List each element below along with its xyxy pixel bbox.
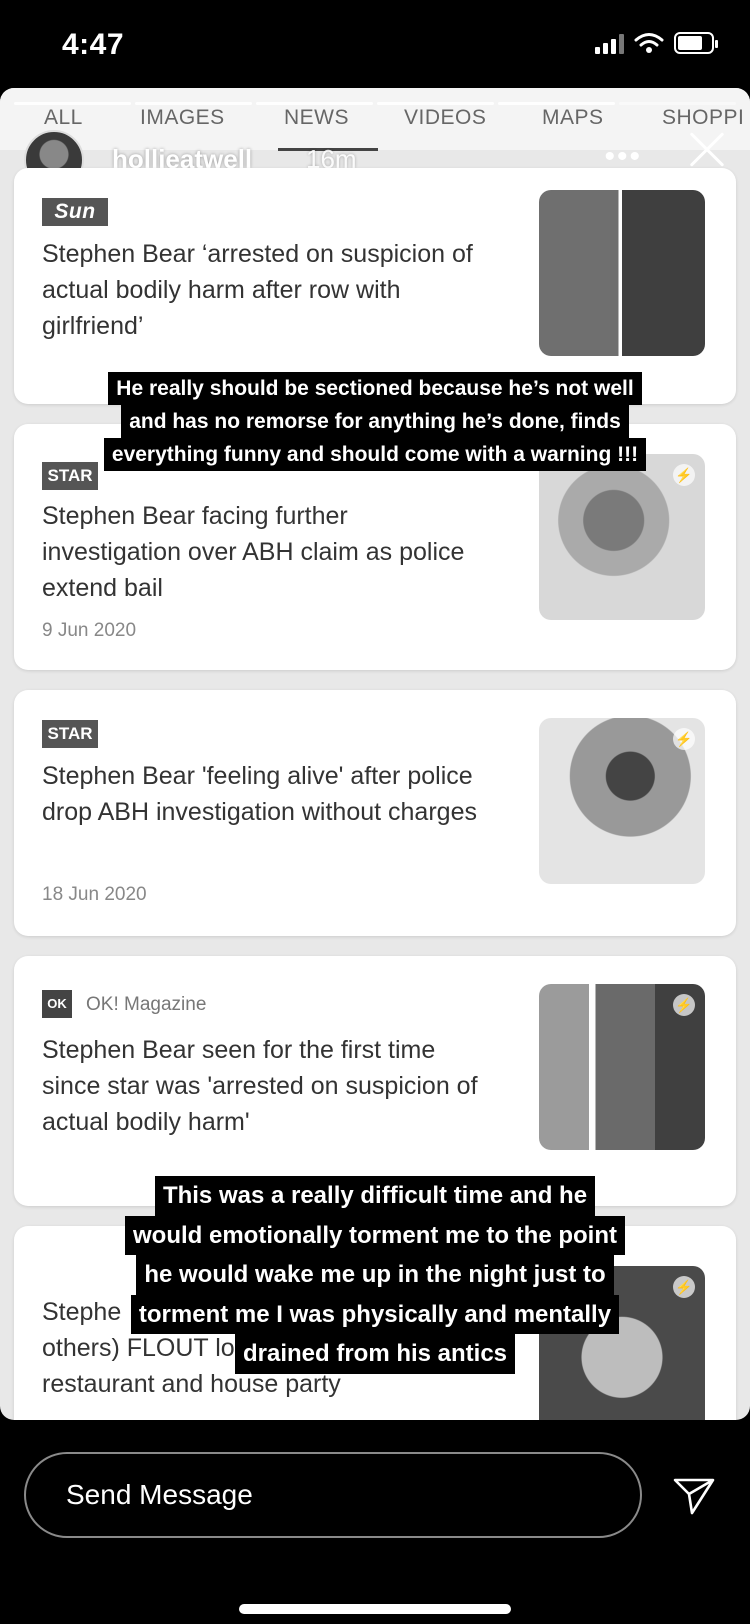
story-caption-top: He really should be sectioned because he… [0,372,750,471]
news-card[interactable]: Sun Stephen Bear ‘arrested on suspicion … [14,168,736,404]
tab-images: IMAGES [140,106,225,129]
send-icon[interactable] [672,1476,716,1516]
source-logo-sun: Sun [42,198,108,226]
status-icons [595,32,718,54]
tab-shopping: SHOPPI [662,106,745,129]
tab-videos: VIDEOS [404,106,487,129]
source-name: OK! Magazine [86,994,207,1015]
send-message-input[interactable]: Send Message [24,1452,642,1538]
status-bar: 4:47 [0,0,750,90]
news-thumbnail: ⚡ [539,718,705,884]
source-logo-ok: OK [42,990,72,1018]
news-thumbnail: ⚡ [539,984,705,1150]
news-headline: Stephen Bear seen for the first time sin… [42,1036,478,1136]
battery-icon [674,32,718,54]
close-icon[interactable] [686,130,726,170]
signal-icon [595,32,624,54]
news-headline: Stephen Bear 'feeling alive' after polic… [42,762,477,826]
source-logo-star: STAR [42,720,98,748]
status-time: 4:47 [62,28,125,61]
news-thumbnail [539,190,705,356]
home-indicator [239,1604,511,1614]
tab-maps: MAPS [542,106,604,129]
tab-all: ALL [44,106,83,129]
news-headline: Stephen Bear ‘arrested on suspicion of a… [42,240,473,340]
news-date: 9 Jun 2020 [42,620,137,641]
news-thumbnail: ⚡ [539,454,705,620]
news-card[interactable]: STAR Stephen Bear 'feeling alive' after … [14,690,736,936]
story-progress-bar [14,102,736,105]
reply-bar: Send Message [0,1420,750,1624]
story-caption-bottom: This was a really difficult time and he … [0,1176,750,1374]
wifi-icon [634,33,664,53]
news-date: 18 Jun 2020 [42,884,147,905]
news-headline: Stephen Bear facing further investigatio… [42,502,465,602]
amp-bolt-icon: ⚡ [673,994,695,1016]
tab-news: NEWS [284,106,349,129]
amp-bolt-icon: ⚡ [673,728,695,750]
news-card[interactable]: OK OK! Magazine Stephen Bear seen for th… [14,956,736,1206]
